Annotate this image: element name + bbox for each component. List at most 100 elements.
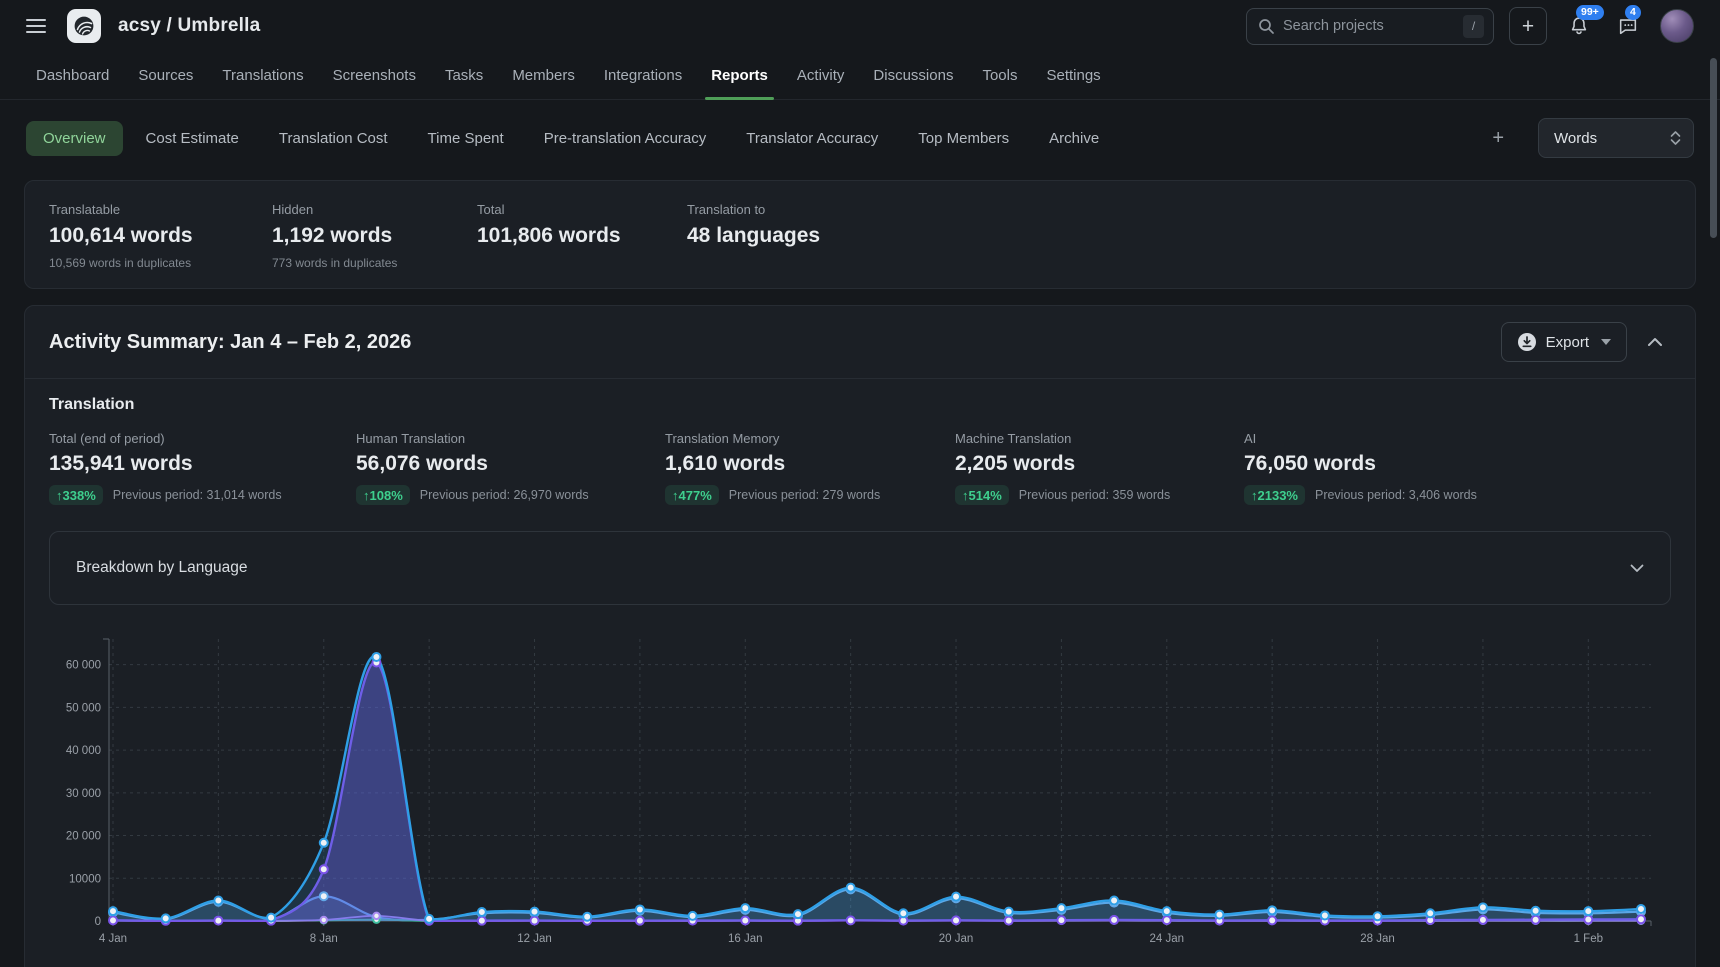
report-tab-translator-accuracy[interactable]: Translator Accuracy bbox=[729, 121, 895, 156]
svg-text:12 Jan: 12 Jan bbox=[517, 933, 552, 945]
stat-label: Hidden bbox=[272, 202, 477, 217]
change-badge: ↑338% bbox=[49, 485, 103, 505]
activity-chart-area: 01000020 00030 00040 00050 00060 0004 Ja… bbox=[25, 605, 1695, 963]
nav-tab-integrations[interactable]: Integrations bbox=[604, 52, 682, 99]
stat-hidden: Hidden 1,192 words 773 words in duplicat… bbox=[272, 202, 477, 270]
stat-ai: AI 76,050 words ↑2133% Previous period: … bbox=[1244, 431, 1477, 505]
stat-label: Total (end of period) bbox=[49, 431, 356, 446]
svg-text:30 000: 30 000 bbox=[66, 788, 101, 800]
chevron-up-icon bbox=[1647, 337, 1663, 347]
hamburger-menu-icon[interactable] bbox=[26, 19, 46, 33]
previous-period-text: Previous period: 26,970 words bbox=[420, 488, 589, 502]
report-tab-overview[interactable]: Overview bbox=[26, 121, 123, 156]
messages-button[interactable]: 4 bbox=[1611, 9, 1645, 43]
stat-value: 76,050 words bbox=[1244, 452, 1477, 476]
stat-subtext: 10,569 words in duplicates bbox=[49, 256, 272, 270]
activity-chart[interactable]: 01000020 00030 00040 00050 00060 0004 Ja… bbox=[49, 631, 1659, 958]
svg-text:20 Jan: 20 Jan bbox=[939, 933, 974, 945]
svg-text:16 Jan: 16 Jan bbox=[728, 933, 763, 945]
nav-tab-tasks[interactable]: Tasks bbox=[445, 52, 483, 99]
nav-tab-activity[interactable]: Activity bbox=[797, 52, 845, 99]
nav-tab-members[interactable]: Members bbox=[512, 52, 575, 99]
report-tab-translation-cost[interactable]: Translation Cost bbox=[262, 121, 405, 156]
stat-translatable: Translatable 100,614 words 10,569 words … bbox=[49, 202, 272, 270]
nav-tab-sources[interactable]: Sources bbox=[138, 52, 193, 99]
nav-tab-reports[interactable]: Reports bbox=[711, 52, 768, 99]
stat-value: 135,941 words bbox=[49, 452, 356, 476]
stat-label: Machine Translation bbox=[955, 431, 1244, 446]
stat-machine-translation: Machine Translation 2,205 words ↑514% Pr… bbox=[955, 431, 1244, 505]
unit-select-value: Words bbox=[1554, 130, 1597, 147]
previous-period-text: Previous period: 359 words bbox=[1019, 488, 1170, 502]
svg-text:24 Jan: 24 Jan bbox=[1150, 933, 1185, 945]
breakdown-title: Breakdown by Language bbox=[76, 559, 248, 577]
user-avatar[interactable] bbox=[1660, 9, 1694, 43]
activity-summary-title: Activity Summary: Jan 4 – Feb 2, 2026 bbox=[49, 331, 411, 354]
stat-total-end-of-period: Total (end of period) 135,941 words ↑338… bbox=[49, 431, 356, 505]
stat-translation-to: Translation to 48 languages bbox=[687, 202, 820, 270]
translation-heading: Translation bbox=[49, 396, 1671, 414]
export-button-label: Export bbox=[1546, 334, 1589, 351]
stat-label: Translatable bbox=[49, 202, 272, 217]
previous-period-text: Previous period: 3,406 words bbox=[1315, 488, 1477, 502]
words-summary-card: Translatable 100,614 words 10,569 words … bbox=[24, 180, 1696, 289]
svg-text:0: 0 bbox=[95, 916, 101, 928]
report-tab-top-members[interactable]: Top Members bbox=[901, 121, 1026, 156]
stat-human-translation: Human Translation 56,076 words ↑108% Pre… bbox=[356, 431, 665, 505]
unit-select[interactable]: Words bbox=[1538, 118, 1694, 158]
svg-text:20 000: 20 000 bbox=[66, 831, 101, 843]
organization-logo[interactable] bbox=[67, 9, 101, 43]
search-box[interactable]: / bbox=[1246, 8, 1494, 45]
svg-text:8 Jan: 8 Jan bbox=[310, 933, 338, 945]
stat-total: Total 101,806 words bbox=[477, 202, 687, 270]
page-scrollbar[interactable] bbox=[1710, 58, 1717, 238]
stat-value: 56,076 words bbox=[356, 452, 665, 476]
change-badge: ↑2133% bbox=[1244, 485, 1305, 505]
stat-value: 1,610 words bbox=[665, 452, 955, 476]
change-badge: ↑108% bbox=[356, 485, 410, 505]
report-tab-time-spent[interactable]: Time Spent bbox=[411, 121, 521, 156]
select-chevrons-icon bbox=[1670, 130, 1681, 146]
report-tab-pretranslation-accuracy[interactable]: Pre-translation Accuracy bbox=[527, 121, 724, 156]
export-button[interactable]: Export bbox=[1501, 322, 1627, 362]
nav-tab-tools[interactable]: Tools bbox=[982, 52, 1017, 99]
stat-translation-memory: Translation Memory 1,610 words ↑477% Pre… bbox=[665, 431, 955, 505]
stat-value: 1,192 words bbox=[272, 224, 477, 248]
report-tab-cost-estimate[interactable]: Cost Estimate bbox=[129, 121, 256, 156]
create-project-button[interactable]: + bbox=[1509, 7, 1547, 45]
svg-text:4 Jan: 4 Jan bbox=[99, 933, 127, 945]
svg-text:50 000: 50 000 bbox=[66, 702, 101, 714]
svg-text:1 Feb: 1 Feb bbox=[1574, 933, 1603, 945]
add-report-button[interactable]: + bbox=[1482, 123, 1514, 154]
search-input[interactable] bbox=[1283, 18, 1455, 34]
stat-value: 48 languages bbox=[687, 224, 820, 248]
translation-stats-block: Translation Total (end of period) 135,94… bbox=[25, 379, 1695, 505]
nav-tab-translations[interactable]: Translations bbox=[222, 52, 303, 99]
stat-label: AI bbox=[1244, 431, 1477, 446]
svg-text:28 Jan: 28 Jan bbox=[1360, 933, 1395, 945]
breakdown-by-language-panel[interactable]: Breakdown by Language bbox=[49, 531, 1671, 605]
activity-summary-header: Activity Summary: Jan 4 – Feb 2, 2026 Ex… bbox=[25, 306, 1695, 378]
nav-tab-discussions[interactable]: Discussions bbox=[873, 52, 953, 99]
stat-value: 101,806 words bbox=[477, 224, 687, 248]
translation-stats-row: Total (end of period) 135,941 words ↑338… bbox=[49, 431, 1671, 505]
stat-label: Translation to bbox=[687, 202, 820, 217]
messages-count-badge: 4 bbox=[1625, 5, 1641, 20]
search-shortcut-key: / bbox=[1463, 15, 1484, 38]
notifications-button[interactable]: 99+ bbox=[1562, 9, 1596, 43]
chevron-down-icon bbox=[1630, 564, 1644, 573]
nav-tab-dashboard[interactable]: Dashboard bbox=[36, 52, 109, 99]
report-tabs-bar: Overview Cost Estimate Translation Cost … bbox=[0, 100, 1720, 158]
stat-label: Human Translation bbox=[356, 431, 665, 446]
project-title: acsy / Umbrella bbox=[118, 15, 260, 37]
svg-text:60 000: 60 000 bbox=[66, 660, 101, 672]
notifications-count-badge: 99+ bbox=[1576, 5, 1604, 20]
report-tab-archive[interactable]: Archive bbox=[1032, 121, 1116, 156]
nav-tab-screenshots[interactable]: Screenshots bbox=[333, 52, 416, 99]
activity-summary-card: Activity Summary: Jan 4 – Feb 2, 2026 Ex… bbox=[24, 305, 1696, 967]
nav-tab-settings[interactable]: Settings bbox=[1046, 52, 1100, 99]
logo-glyph bbox=[72, 14, 96, 38]
collapse-section-button[interactable] bbox=[1647, 337, 1663, 347]
previous-period-text: Previous period: 31,014 words bbox=[113, 488, 282, 502]
stat-label: Translation Memory bbox=[665, 431, 955, 446]
